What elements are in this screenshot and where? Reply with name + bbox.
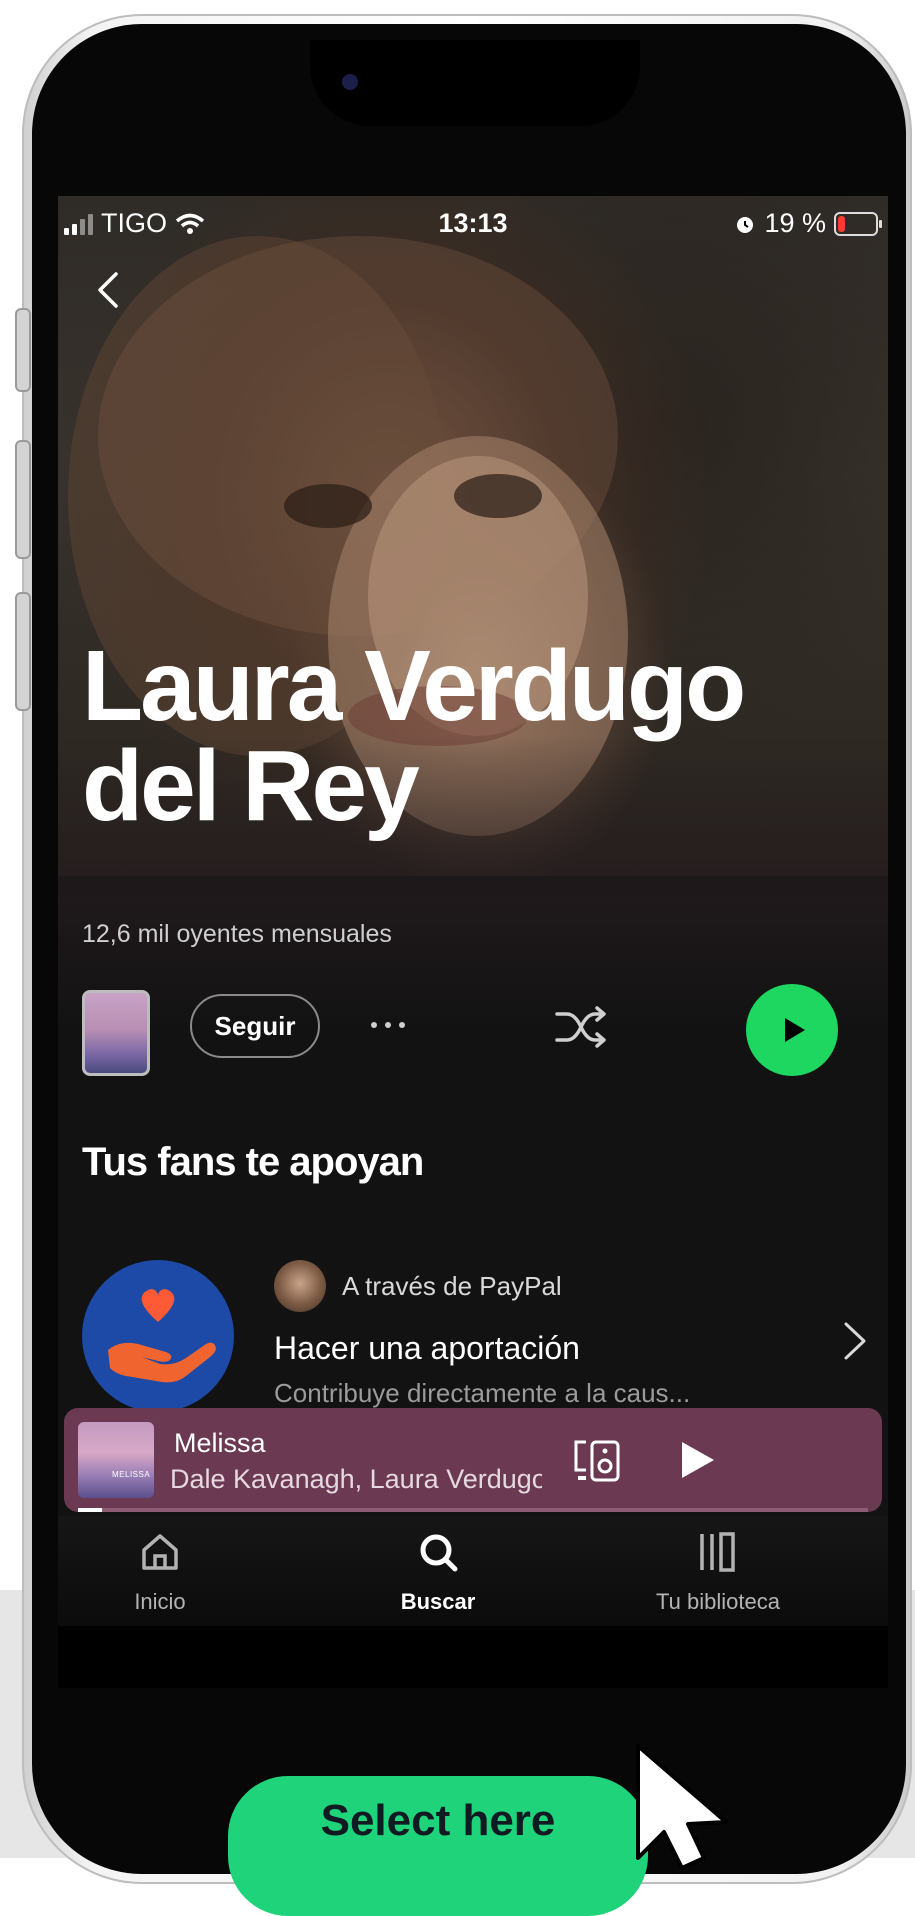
search-icon — [420, 1534, 458, 1572]
now-playing-cover: MELISSA — [78, 1422, 154, 1498]
cover-text: MELISSA — [112, 1470, 151, 1479]
follow-button[interactable]: Seguir — [190, 994, 320, 1058]
speaker-device-icon[interactable] — [572, 1438, 622, 1484]
home-icon — [142, 1534, 178, 1570]
now-playing-title: Melissa — [174, 1428, 266, 1458]
more-horizontal-icon[interactable] — [358, 1000, 418, 1050]
bottom-tab-bar: Inicio Buscar Tu biblioteca — [58, 1516, 888, 1626]
tab-label: Tu biblioteca — [656, 1589, 780, 1614]
donate-subtitle: Contribuye directamente a la caus... — [274, 1378, 691, 1408]
donate-title: Hacer una aportación — [274, 1330, 580, 1366]
play-icon — [785, 1018, 805, 1042]
app-screen: TIGO 13:13 19 % Laura Verdugo del Rey 12… — [58, 196, 888, 1688]
monthly-listeners: 12,6 mil oyentes mensuales — [82, 920, 392, 948]
select-here-callout: Select here — [228, 1776, 648, 1916]
battery-icon — [834, 211, 882, 236]
heart-hand-icon — [82, 1260, 234, 1412]
volume-up-button — [15, 440, 31, 559]
battery-percentage: 19 % — [764, 208, 826, 238]
back-chevron-icon[interactable] — [88, 268, 132, 312]
artist-avatar — [274, 1260, 326, 1312]
mute-switch — [15, 308, 31, 392]
tab-library[interactable]: Tu biblioteca — [618, 1530, 818, 1615]
play-icon[interactable] — [674, 1438, 718, 1482]
tab-home[interactable]: Inicio — [60, 1530, 260, 1615]
artist-name: Laura Verdugo del Rey — [82, 630, 746, 842]
chevron-right-icon[interactable] — [834, 1318, 874, 1364]
now-playing-artists: Dale Kavanagh, Laura Verdugo del Rey — [170, 1464, 542, 1494]
front-camera — [342, 74, 358, 90]
library-icon — [700, 1532, 735, 1572]
tab-label: Inicio — [134, 1589, 186, 1614]
artist-header-image: TIGO 13:13 19 % Laura Verdugo del Rey — [58, 196, 888, 1036]
cursor-arrow-icon — [636, 1744, 728, 1870]
phone-notch — [310, 40, 640, 126]
playback-progress[interactable] — [78, 1508, 868, 1512]
artist-pick-cover[interactable] — [82, 990, 150, 1076]
paypal-label: A través de PayPal — [342, 1270, 562, 1301]
battery-level — [838, 215, 845, 232]
shuffle-icon[interactable] — [553, 1002, 609, 1052]
tab-label: Buscar — [400, 1589, 476, 1614]
mini-player[interactable]: MELISSA Melissa Dale Kavanagh, Laura Ver… — [64, 1408, 882, 1512]
home-indicator-area — [58, 1626, 888, 1688]
artist-controls: Seguir — [58, 974, 888, 1084]
paypal-row: A través de PayPal — [274, 1260, 562, 1312]
tab-search[interactable]: Buscar — [338, 1530, 538, 1615]
playback-progress-fill — [78, 1508, 102, 1512]
section-title: Tus fans te apoyan — [82, 1140, 424, 1184]
play-button[interactable] — [746, 984, 838, 1076]
volume-down-button — [15, 592, 31, 711]
status-bar: TIGO 13:13 19 % — [58, 196, 888, 256]
alarm-icon — [737, 216, 754, 233]
